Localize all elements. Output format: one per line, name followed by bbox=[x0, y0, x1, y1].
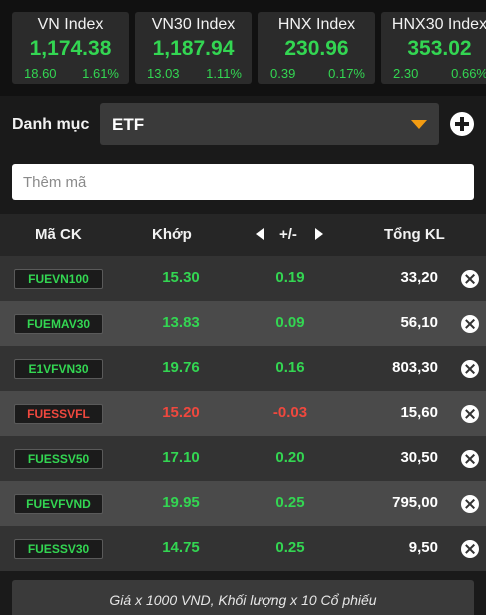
index-name: VN30 Index bbox=[151, 16, 236, 33]
index-value: 1,174.38 bbox=[29, 37, 112, 60]
match-price: 19.76 bbox=[162, 359, 200, 376]
match-price: 15.20 bbox=[162, 404, 200, 421]
index-name: HNX30 Index bbox=[391, 16, 486, 33]
header-match-price: Khớp bbox=[152, 226, 192, 243]
stock-list: FUEVN100 15.30 0.19 33,20 FUEMAV30 13.83… bbox=[0, 256, 486, 571]
add-symbol-input[interactable] bbox=[12, 164, 474, 200]
units-note: Giá x 1000 VND, Khối lượng x 10 Cổ phiếu bbox=[12, 580, 474, 615]
remove-row-icon[interactable] bbox=[461, 360, 479, 378]
header-code: Mã CK bbox=[35, 226, 82, 243]
header-change: +/- bbox=[279, 226, 297, 243]
header-total-volume: Tổng KL bbox=[384, 226, 445, 243]
index-percent: 1.61% bbox=[82, 66, 119, 81]
total-volume: 30,50 bbox=[400, 449, 438, 466]
remove-row-icon[interactable] bbox=[461, 450, 479, 468]
price-change: 0.20 bbox=[275, 449, 305, 466]
index-value: 1,187.94 bbox=[152, 37, 235, 60]
total-volume: 56,10 bbox=[400, 314, 438, 331]
price-change: -0.03 bbox=[272, 404, 308, 421]
table-row[interactable]: FUESSV30 14.75 0.25 9,50 bbox=[0, 526, 486, 571]
total-volume: 33,20 bbox=[400, 269, 438, 286]
table-row[interactable]: FUEVFVND 19.95 0.25 795,00 bbox=[0, 481, 486, 526]
index-card-hnx[interactable]: HNX Index 230.96 0.39 0.17% bbox=[258, 12, 375, 84]
index-value: 353.02 bbox=[407, 37, 472, 60]
add-category-button[interactable] bbox=[450, 112, 474, 136]
table-header: Mã CK Khớp +/- Tổng KL bbox=[0, 214, 486, 256]
match-price: 14.75 bbox=[162, 539, 200, 556]
category-selected-value: ETF bbox=[112, 115, 145, 134]
total-volume: 9,50 bbox=[408, 539, 438, 556]
remove-row-icon[interactable] bbox=[461, 495, 479, 513]
table-row[interactable]: FUESSV50 17.10 0.20 30,50 bbox=[0, 436, 486, 481]
arrow-left-icon[interactable] bbox=[256, 228, 264, 240]
index-name: HNX Index bbox=[277, 16, 356, 33]
price-change: 0.25 bbox=[275, 539, 305, 556]
category-label: Danh mục bbox=[12, 116, 90, 133]
index-name: VN Index bbox=[37, 16, 104, 33]
symbol-badge[interactable]: E1VFVN30 bbox=[14, 359, 103, 379]
index-percent: 0.17% bbox=[328, 66, 365, 81]
price-change: 0.25 bbox=[275, 494, 305, 511]
symbol-badge[interactable]: FUESSVFL bbox=[14, 404, 103, 424]
index-change: 13.03 bbox=[147, 66, 180, 81]
total-volume: 15,60 bbox=[400, 404, 438, 421]
symbol-badge[interactable]: FUEVFVND bbox=[14, 494, 103, 514]
units-note-text: Giá x 1000 VND, Khối lượng x 10 Cổ phiếu bbox=[109, 592, 377, 608]
symbol-badge[interactable]: FUEMAV30 bbox=[14, 314, 103, 334]
total-volume: 795,00 bbox=[392, 494, 438, 511]
remove-row-icon[interactable] bbox=[461, 315, 479, 333]
index-card-vnindex[interactable]: VN Index 1,174.38 18.60 1.61% bbox=[12, 12, 129, 84]
watchlist-screen: VN Index 1,174.38 18.60 1.61% VN30 Index… bbox=[0, 0, 486, 615]
index-card-vn30[interactable]: VN30 Index 1,187.94 13.03 1.11% bbox=[135, 12, 252, 84]
index-change: 0.39 bbox=[270, 66, 296, 81]
match-price: 15.30 bbox=[162, 269, 200, 286]
table-row[interactable]: FUEVN100 15.30 0.19 33,20 bbox=[0, 256, 486, 301]
symbol-badge[interactable]: FUESSV30 bbox=[14, 539, 103, 559]
symbol-badge[interactable]: FUEVN100 bbox=[14, 269, 103, 289]
price-change: 0.09 bbox=[275, 314, 305, 331]
category-select[interactable]: ETF bbox=[100, 103, 439, 145]
symbol-badge[interactable]: FUESSV50 bbox=[14, 449, 103, 469]
price-change: 0.19 bbox=[275, 269, 305, 286]
index-percent: 1.11% bbox=[206, 66, 242, 81]
match-price: 19.95 bbox=[162, 494, 200, 511]
remove-row-icon[interactable] bbox=[461, 540, 479, 558]
remove-row-icon[interactable] bbox=[461, 405, 479, 423]
caret-down-icon bbox=[411, 120, 427, 129]
arrow-right-icon[interactable] bbox=[315, 228, 323, 240]
index-card-hnx30[interactable]: HNX30 Index 353.02 2.30 0.66% bbox=[381, 12, 486, 84]
index-value: 230.96 bbox=[284, 37, 349, 60]
match-price: 13.83 bbox=[162, 314, 200, 331]
table-row[interactable]: FUESSVFL 15.20 -0.03 15,60 bbox=[0, 391, 486, 436]
remove-row-icon[interactable] bbox=[461, 270, 479, 288]
index-strip[interactable]: VN Index 1,174.38 18.60 1.61% VN30 Index… bbox=[0, 0, 486, 96]
index-change: 18.60 bbox=[24, 66, 57, 81]
index-change: 2.30 bbox=[393, 66, 419, 81]
index-percent: 0.66% bbox=[451, 66, 486, 81]
total-volume: 803,30 bbox=[392, 359, 438, 376]
price-change: 0.16 bbox=[275, 359, 305, 376]
table-row[interactable]: E1VFVN30 19.76 0.16 803,30 bbox=[0, 346, 486, 391]
match-price: 17.10 bbox=[162, 449, 200, 466]
table-row[interactable]: FUEMAV30 13.83 0.09 56,10 bbox=[0, 301, 486, 346]
